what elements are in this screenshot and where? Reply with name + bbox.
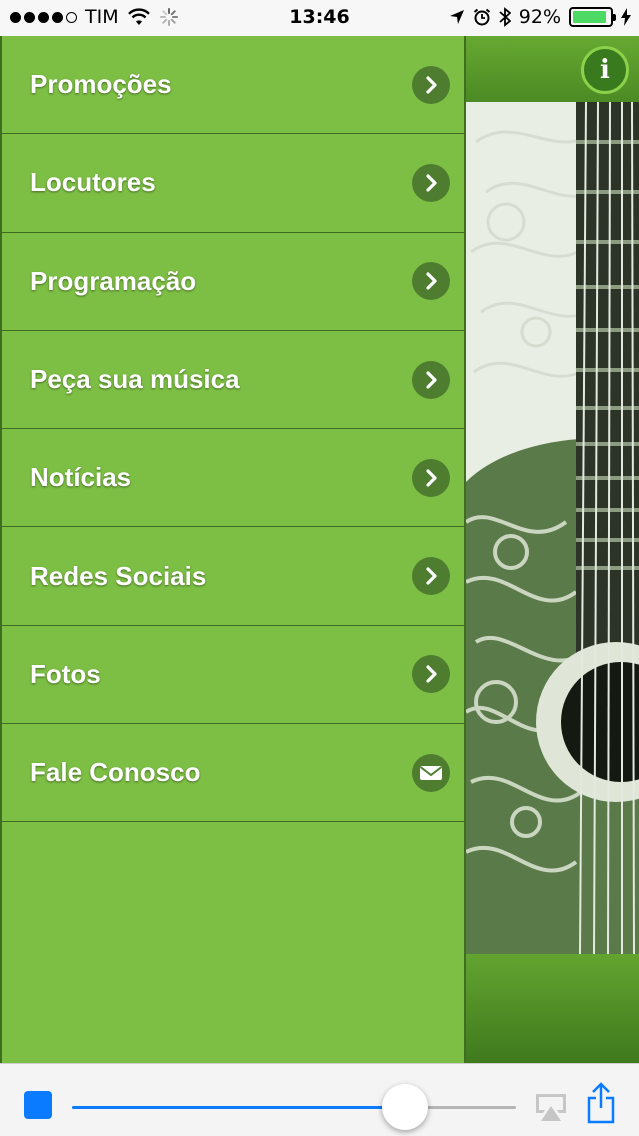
app-header: i xyxy=(466,36,639,102)
guitar-artwork xyxy=(466,102,639,954)
airplay-icon[interactable] xyxy=(532,1092,570,1122)
location-arrow-icon xyxy=(449,10,464,24)
charging-bolt-icon xyxy=(621,8,631,26)
info-button[interactable]: i xyxy=(581,46,629,94)
menu-item-redes-sociais[interactable]: Redes Sociais xyxy=(2,527,464,626)
chevron-right-icon xyxy=(412,360,450,399)
alarm-icon xyxy=(473,8,490,26)
menu-item-fotos[interactable]: Fotos xyxy=(2,626,464,725)
menu-item-fale-conosco[interactable]: Fale Conosco xyxy=(2,724,464,823)
chevron-right-icon xyxy=(412,655,450,694)
app-footer xyxy=(466,954,639,1063)
menu-item-label: Notícias xyxy=(30,462,132,493)
chevron-right-icon xyxy=(412,262,450,301)
info-icon: i xyxy=(600,55,610,85)
background-content: i xyxy=(466,36,639,1063)
status-bar: TIM 13:46 92% xyxy=(0,0,639,36)
menu-item-label: Peça sua música xyxy=(30,364,240,395)
menu-item-label: Programação xyxy=(30,265,197,296)
progress-fill xyxy=(72,1106,405,1109)
chevron-right-icon xyxy=(412,458,450,497)
side-menu-drawer: Promoções Locutores Programação Peça sua… xyxy=(0,36,466,1063)
slider-thumb[interactable] xyxy=(382,1084,428,1130)
menu-item-label: Fale Conosco xyxy=(30,757,201,788)
envelope-icon xyxy=(412,753,450,792)
menu-item-label: Locutores xyxy=(30,167,156,198)
media-player-bar xyxy=(0,1063,639,1136)
progress-slider[interactable] xyxy=(72,1084,516,1130)
stop-icon[interactable] xyxy=(24,1091,52,1119)
menu-item-locutores[interactable]: Locutores xyxy=(2,134,464,233)
menu-item-promocoes[interactable]: Promoções xyxy=(2,36,464,135)
battery-percentage: 92% xyxy=(518,6,561,28)
menu-item-label: Fotos xyxy=(30,658,101,689)
battery-icon xyxy=(569,7,616,27)
chevron-right-icon xyxy=(412,163,450,202)
chevron-right-icon xyxy=(412,557,450,596)
menu-item-label: Promoções xyxy=(30,69,172,100)
menu-item-label: Redes Sociais xyxy=(30,560,207,591)
menu-item-noticias[interactable]: Notícias xyxy=(2,429,464,528)
bluetooth-icon xyxy=(499,7,511,27)
menu-item-programacao[interactable]: Programação xyxy=(2,233,464,331)
menu-item-peca-sua-musica[interactable]: Peça sua música xyxy=(2,331,464,430)
chevron-right-icon xyxy=(412,65,450,104)
share-icon[interactable] xyxy=(586,1082,616,1124)
